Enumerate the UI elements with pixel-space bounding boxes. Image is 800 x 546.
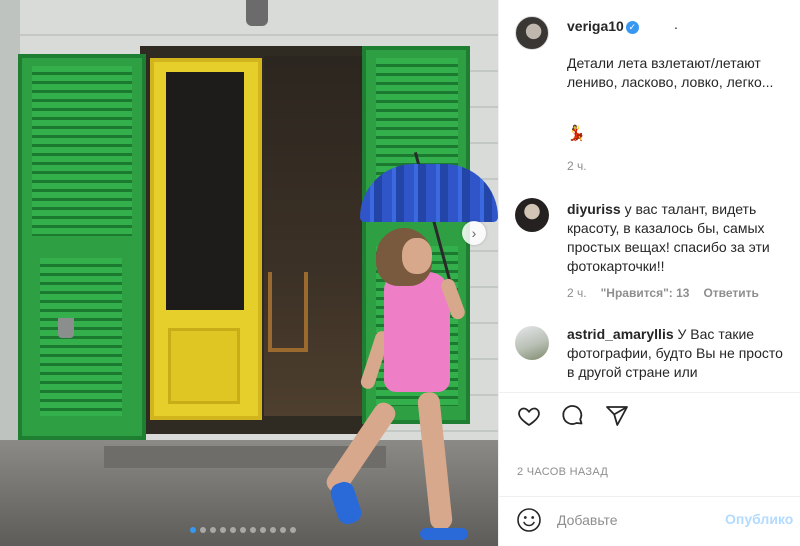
- comment-likes[interactable]: "Нравится": 13: [601, 286, 690, 300]
- smile-icon: [517, 508, 541, 532]
- posted-timestamp[interactable]: 2 ЧАСОВ НАЗАД: [517, 466, 608, 478]
- emoji-button[interactable]: [515, 506, 543, 534]
- door-glass-stickers: [166, 72, 244, 310]
- carousel-next-button[interactable]: ›: [462, 221, 486, 245]
- divider: [499, 392, 800, 393]
- pink-shirt: [384, 272, 450, 392]
- carousel-dot: [270, 527, 276, 533]
- carousel-dot: [190, 527, 196, 533]
- carousel-dot: [200, 527, 206, 533]
- share-button[interactable]: [603, 402, 631, 430]
- paper-plane-icon: [606, 406, 628, 426]
- divider: [499, 496, 800, 497]
- comment-meta: 2 ч. "Нравится": 13 Ответить: [567, 286, 759, 300]
- wall-lamp: [246, 0, 268, 26]
- carousel-dot: [220, 527, 226, 533]
- shutter-slats: [40, 258, 122, 416]
- comment-button[interactable]: [559, 402, 587, 430]
- carousel-dot: [280, 527, 286, 533]
- flip-flop: [420, 528, 468, 540]
- carousel-dot: [240, 527, 246, 533]
- chair: [268, 272, 308, 352]
- post-caption: Детали лета взлетают/летают лениво, ласк…: [567, 55, 774, 90]
- carousel-dot: [210, 527, 216, 533]
- reply-button[interactable]: Ответить: [703, 286, 758, 300]
- commenter-avatar[interactable]: [515, 198, 549, 232]
- author-avatar[interactable]: [515, 16, 549, 50]
- commenter-avatar[interactable]: [515, 326, 549, 360]
- comment-item: astrid_amaryllis У Вас такие фотографии,…: [567, 325, 793, 391]
- carousel-dot: [250, 527, 256, 533]
- post-actions: [515, 402, 631, 430]
- comment-time[interactable]: 2 ч.: [567, 286, 587, 300]
- carousel-dots: [190, 527, 296, 533]
- hanging-pot: [58, 318, 74, 338]
- carousel-dot: [230, 527, 236, 533]
- wall-panel: [0, 0, 20, 450]
- comment-input[interactable]: [557, 510, 717, 530]
- door-panel: [168, 328, 240, 404]
- chevron-right-icon: ›: [471, 225, 477, 241]
- woman-face: [402, 238, 432, 274]
- door-interior: [264, 56, 368, 416]
- post-time[interactable]: 2 ч.: [567, 159, 587, 173]
- dancer-emoji: 💃: [567, 125, 586, 142]
- like-button[interactable]: [515, 402, 543, 430]
- heart-icon: [518, 407, 540, 427]
- carousel-dot: [260, 527, 266, 533]
- comment-icon: [562, 405, 583, 425]
- carousel-dot: [290, 527, 296, 533]
- post-sidebar: veriga10 ✓ . Детали лета взлетают/летают …: [498, 0, 800, 546]
- verified-badge-icon: ✓: [625, 21, 639, 34]
- comment-username[interactable]: diyuriss: [567, 201, 621, 217]
- comment-username[interactable]: astrid_amaryllis: [567, 326, 674, 342]
- publish-button[interactable]: Опублико: [725, 511, 793, 527]
- comment-item: diyuriss у вас талант, видеть красоту, в…: [567, 200, 793, 276]
- post-photo[interactable]: ›: [0, 0, 498, 546]
- left-shutter: [18, 54, 146, 440]
- author-suffix: .: [674, 16, 678, 32]
- author-username[interactable]: veriga10 ✓: [567, 18, 639, 34]
- shutter-slats: [32, 66, 132, 236]
